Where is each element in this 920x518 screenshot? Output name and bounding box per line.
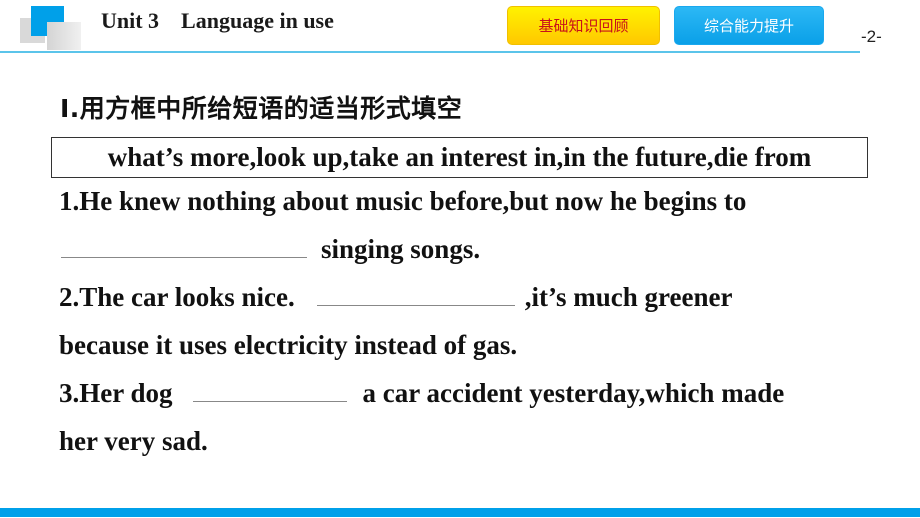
page-number: -2- bbox=[861, 27, 882, 46]
question-1-line-2: singing songs. bbox=[59, 234, 480, 265]
question-1-text: 1.He knew nothing about music before,but… bbox=[59, 186, 747, 216]
bottom-bar bbox=[0, 508, 920, 517]
question-3-line-1: 3.Her dog a car accident yesterday,which… bbox=[59, 378, 784, 409]
question-1-line-1: 1.He knew nothing about music before,but… bbox=[59, 186, 746, 217]
phrase-box: what’s more,look up,take an interest in,… bbox=[51, 137, 868, 178]
question-2-text-after: ,it’s much greener bbox=[524, 282, 733, 312]
section-title: Ⅰ.用方框中所给短语的适当形式填空 bbox=[60, 94, 463, 123]
question-3-line-2: her very sad. bbox=[59, 426, 208, 457]
question-1-blank[interactable] bbox=[61, 256, 307, 258]
unit-title: Unit 3 Language in use bbox=[101, 8, 334, 33]
question-3-text-before: 3.Her dog bbox=[59, 378, 173, 408]
question-1-text-after: singing songs. bbox=[321, 234, 481, 264]
logo-square-gradient bbox=[47, 22, 81, 50]
question-3-blank[interactable] bbox=[192, 400, 347, 402]
question-2-text-before: 2.The car looks nice. bbox=[59, 282, 295, 312]
question-2-text-line2: because it uses electricity instead of g… bbox=[59, 330, 518, 360]
question-3-text-line2: her very sad. bbox=[59, 426, 208, 456]
question-2-line-2: because it uses electricity instead of g… bbox=[59, 330, 517, 361]
question-3-text-after: a car accident yesterday,which made bbox=[362, 378, 785, 408]
ability-improvement-button[interactable]: 综合能力提升 bbox=[674, 6, 824, 45]
phrase-list: what’s more,look up,take an interest in,… bbox=[107, 142, 812, 172]
header-divider bbox=[0, 51, 860, 53]
basic-knowledge-review-button[interactable]: 基础知识回顾 bbox=[507, 6, 660, 45]
question-2-blank[interactable] bbox=[316, 304, 515, 306]
question-2-line-1: 2.The car looks nice. ,it’s much greener bbox=[59, 282, 732, 313]
